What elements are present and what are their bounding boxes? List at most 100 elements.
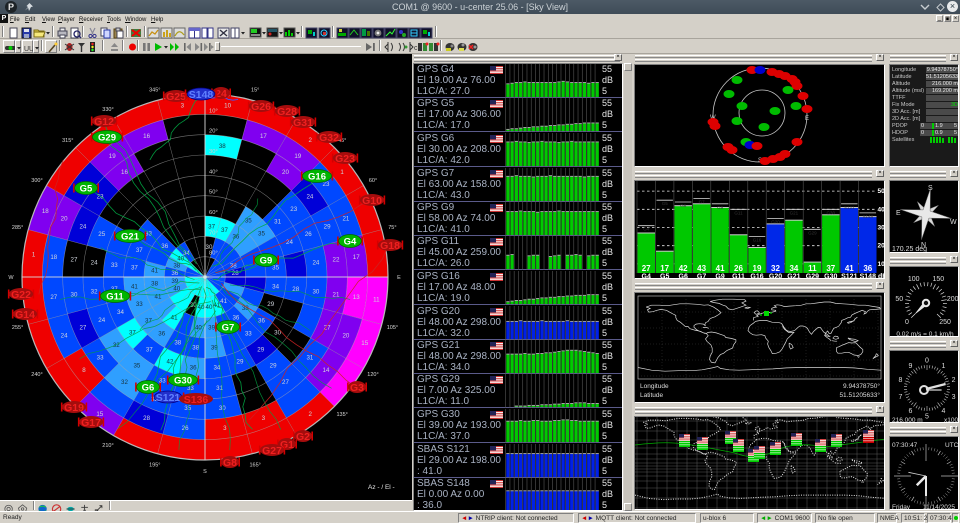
svg-text:G7: G7 <box>697 274 706 280</box>
svg-text:315°: 315° <box>62 138 73 144</box>
svg-text:28: 28 <box>143 415 150 422</box>
svg-text:41: 41 <box>716 264 725 273</box>
svg-text:37: 37 <box>826 264 835 273</box>
svg-text:33: 33 <box>97 355 104 362</box>
svg-text:345°: 345° <box>149 88 160 94</box>
svg-text:G30: G30 <box>174 376 192 387</box>
svg-text:36: 36 <box>158 331 165 338</box>
svg-text:15°: 15° <box>251 88 259 94</box>
svg-text:24: 24 <box>312 259 319 266</box>
svg-text:G16: G16 <box>308 172 326 183</box>
svg-text:20: 20 <box>342 332 349 339</box>
svg-text:60°: 60° <box>209 210 218 216</box>
svg-text:G23: G23 <box>335 153 355 165</box>
svg-text:37: 37 <box>146 347 153 354</box>
svg-text:51.51205633°: 51.51205633° <box>839 391 880 399</box>
svg-text:G19: G19 <box>64 402 84 414</box>
svg-text:5: 5 <box>925 414 929 421</box>
svg-text:43: 43 <box>697 264 706 273</box>
svg-text:G11: G11 <box>732 274 745 280</box>
svg-text:17: 17 <box>353 254 360 261</box>
svg-text:11/14/2025: 11/14/2025 <box>923 504 955 510</box>
svg-text:Latitude: Latitude <box>640 392 664 399</box>
svg-text:G4: G4 <box>642 274 651 280</box>
svg-text:0: 0 <box>905 319 909 326</box>
svg-text:20°: 20° <box>209 129 218 135</box>
svg-text:24: 24 <box>286 239 293 246</box>
svg-text:Friday: Friday <box>892 504 911 510</box>
svg-text:38: 38 <box>230 262 237 269</box>
svg-text:32: 32 <box>91 289 98 296</box>
svg-text:105°: 105° <box>387 325 398 331</box>
svg-text:19: 19 <box>753 264 762 273</box>
svg-text:41: 41 <box>845 264 854 273</box>
svg-text:2: 2 <box>952 377 956 384</box>
svg-text:G21: G21 <box>787 274 800 280</box>
svg-text:G26: G26 <box>251 101 271 113</box>
svg-text:W: W <box>950 219 957 226</box>
svg-text:G12: G12 <box>94 116 114 128</box>
svg-text:33: 33 <box>136 301 143 308</box>
svg-text:G11: G11 <box>106 292 124 303</box>
svg-text:G21: G21 <box>121 232 140 243</box>
svg-text:28: 28 <box>232 270 239 277</box>
svg-text:G6: G6 <box>142 383 155 394</box>
svg-text:G5: G5 <box>662 201 669 206</box>
svg-text:16: 16 <box>121 169 128 176</box>
svg-text:32: 32 <box>121 379 128 386</box>
svg-text:G31: G31 <box>293 117 313 129</box>
svg-text:0: 0 <box>925 358 929 365</box>
svg-text:E: E <box>397 275 401 281</box>
svg-text:165°: 165° <box>250 462 261 468</box>
svg-text:27: 27 <box>71 257 78 264</box>
svg-text:G16: G16 <box>753 238 762 243</box>
svg-text:75°: 75° <box>388 225 396 231</box>
svg-text:G27: G27 <box>262 445 282 457</box>
svg-text:330°: 330° <box>102 107 113 113</box>
svg-text:22: 22 <box>333 257 340 264</box>
svg-text:G9: G9 <box>717 205 724 210</box>
svg-text:G3: G3 <box>350 382 364 394</box>
svg-text:37: 37 <box>221 227 228 234</box>
svg-text:G29: G29 <box>98 133 116 144</box>
svg-text:36: 36 <box>232 314 239 321</box>
svg-text:G29: G29 <box>808 230 817 235</box>
svg-text:27: 27 <box>642 264 651 273</box>
svg-text:41: 41 <box>220 298 227 305</box>
svg-text:19: 19 <box>294 153 301 160</box>
svg-text:120°: 120° <box>367 372 378 378</box>
svg-text:20: 20 <box>282 169 289 176</box>
svg-text:60°: 60° <box>369 178 377 184</box>
svg-text:21: 21 <box>333 291 340 298</box>
svg-text:34: 34 <box>789 264 798 273</box>
svg-text:24: 24 <box>306 194 313 201</box>
svg-text:36: 36 <box>190 365 197 372</box>
svg-text:G17: G17 <box>81 417 101 429</box>
svg-text:36: 36 <box>171 270 178 277</box>
svg-text:24: 24 <box>79 223 86 230</box>
svg-text:G8: G8 <box>223 457 237 469</box>
svg-text:135°: 135° <box>337 412 348 418</box>
svg-text:39: 39 <box>171 278 178 285</box>
svg-text:29: 29 <box>324 223 331 230</box>
svg-text:35: 35 <box>133 363 140 370</box>
svg-text:20: 20 <box>61 216 68 223</box>
svg-text:29: 29 <box>270 363 277 370</box>
svg-text:G5: G5 <box>80 184 93 195</box>
svg-text:0.02 m/s = 0.1 km/h: 0.02 m/s = 0.1 km/h <box>896 331 954 337</box>
svg-text:G2: G2 <box>296 431 310 443</box>
svg-text:21: 21 <box>342 216 349 223</box>
svg-text:150: 150 <box>932 276 944 283</box>
svg-text:10: 10 <box>878 261 886 268</box>
svg-text:29: 29 <box>267 301 274 308</box>
svg-text:10: 10 <box>224 103 231 110</box>
svg-text:200: 200 <box>947 296 959 303</box>
svg-text:285°: 285° <box>12 225 23 231</box>
svg-text:S121: S121 <box>841 274 857 280</box>
svg-text:195°: 195° <box>149 462 160 468</box>
svg-text:G6: G6 <box>679 274 688 280</box>
svg-text:1: 1 <box>942 363 946 370</box>
svg-text:30: 30 <box>312 289 319 296</box>
svg-text:S121: S121 <box>156 392 181 404</box>
svg-text:33: 33 <box>111 262 118 269</box>
